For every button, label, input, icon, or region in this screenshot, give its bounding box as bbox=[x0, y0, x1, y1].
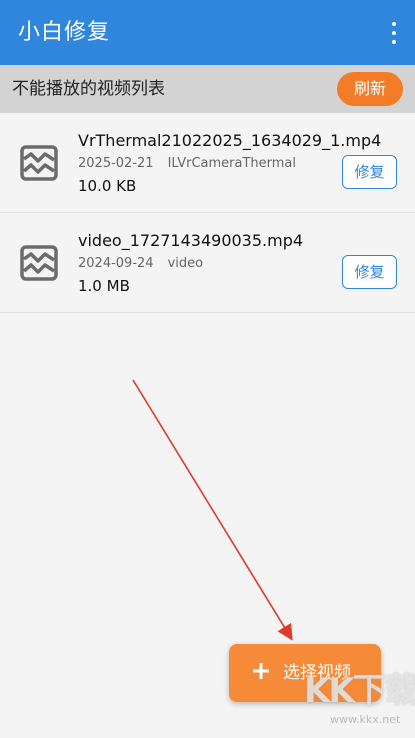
video-filename: VrThermal21022025_1634029_1.mp4 bbox=[78, 131, 382, 150]
watermark-text: KK下载 bbox=[304, 671, 415, 711]
video-folder: ILVrCameraThermal bbox=[167, 156, 297, 171]
video-filename: video_1727143490035.mp4 bbox=[78, 231, 304, 250]
list-header: 不能播放的视频列表 刷新 bbox=[0, 65, 415, 113]
refresh-button[interactable]: 刷新 bbox=[337, 72, 403, 106]
video-list: VrThermal21022025_1634029_1.mp4 2025-02-… bbox=[0, 113, 415, 313]
watermark-logo: KK下载 www.kkx.net bbox=[300, 655, 415, 738]
list-item[interactable]: VrThermal21022025_1634029_1.mp4 2025-02-… bbox=[0, 113, 415, 213]
broken-image-icon bbox=[20, 145, 58, 181]
video-date: 2025-02-21 bbox=[78, 156, 154, 171]
app-bar: 小白修复 bbox=[0, 0, 415, 65]
video-meta: 2025-02-21 ILVrCameraThermal bbox=[78, 155, 296, 173]
repair-button[interactable]: 修复 bbox=[342, 255, 397, 289]
video-date: 2024-09-24 bbox=[78, 256, 154, 271]
broken-image-icon bbox=[20, 245, 58, 281]
video-size: 10.0 KB bbox=[78, 177, 137, 195]
video-folder: video bbox=[167, 256, 204, 271]
repair-button[interactable]: 修复 bbox=[342, 155, 397, 189]
watermark-url: www.kkx.net bbox=[330, 713, 401, 726]
list-item[interactable]: video_1727143490035.mp4 2024-09-24 video … bbox=[0, 213, 415, 313]
list-header-label: 不能播放的视频列表 bbox=[12, 79, 165, 99]
plus-icon bbox=[253, 663, 269, 679]
video-size: 1.0 MB bbox=[78, 277, 130, 295]
more-vertical-icon[interactable] bbox=[391, 22, 397, 44]
video-meta: 2024-09-24 video bbox=[78, 255, 203, 273]
app-title: 小白修复 bbox=[18, 20, 111, 45]
